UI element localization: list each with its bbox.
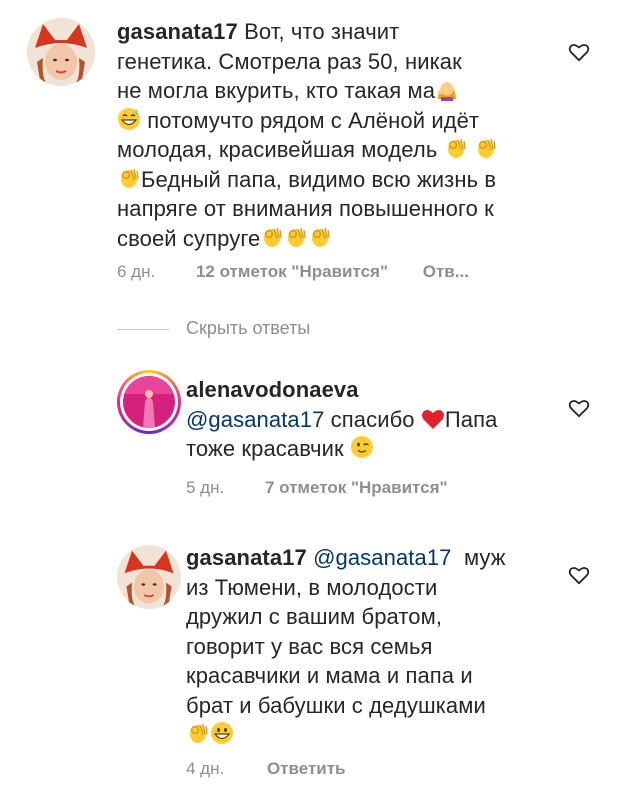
likes-count[interactable]: 7 отметок "Нравится" <box>265 478 448 497</box>
comment-meta: 4 дн. Ответить <box>186 759 346 779</box>
username[interactable]: alenavodonaeva <box>186 377 359 402</box>
heart-icon[interactable] <box>568 42 590 62</box>
avatar[interactable] <box>117 545 181 609</box>
comment-text: gasanata17 @gasanata17 муж из Тюмени, в … <box>186 543 566 750</box>
username[interactable]: gasanata17 <box>117 19 238 44</box>
avatar[interactable] <box>117 370 181 434</box>
mention-link[interactable]: @gasanata17 <box>186 407 324 432</box>
reply-button[interactable]: Отв... <box>423 262 469 281</box>
woman-facepalming-emoji <box>435 77 459 101</box>
heart-icon[interactable] <box>568 398 590 418</box>
ok-hand-emoji <box>474 136 498 160</box>
red-heart-emoji <box>421 408 445 430</box>
ok-hand-emoji <box>444 136 468 160</box>
mention-link[interactable]: @gasanata17 <box>313 545 451 570</box>
comment-text: gasanata17 Вот, что значит генетика. Смо… <box>117 19 498 251</box>
reply-button[interactable]: Ответить <box>267 759 346 778</box>
ok-hand-emoji <box>186 721 210 745</box>
timestamp: 5 дн. <box>186 478 225 497</box>
grinning-face-emoji <box>210 721 234 745</box>
ok-hand-emoji <box>308 225 332 249</box>
winking-face-emoji <box>350 435 374 459</box>
divider <box>117 329 169 330</box>
likes-count[interactable]: 12 отметок "Нравится" <box>196 262 388 281</box>
heart-icon[interactable] <box>568 565 590 585</box>
ok-hand-emoji <box>117 166 141 190</box>
timestamp: 4 дн. <box>186 759 225 778</box>
grinning-sweat-emoji <box>117 107 141 131</box>
comment-meta: 5 дн. 7 отметок "Нравится" <box>186 478 448 498</box>
hide-replies-button[interactable]: Скрыть ответы <box>186 318 310 339</box>
avatar[interactable] <box>27 18 95 86</box>
ok-hand-emoji <box>284 225 308 249</box>
timestamp: 6 дн. <box>117 262 156 281</box>
comment-text: alenavodonaeva @gasanata17 спасибо Папа … <box>186 377 498 461</box>
comment-meta: 6 дн. 12 отметок "Нравится" Отв... <box>117 262 469 282</box>
username[interactable]: gasanata17 <box>186 545 307 570</box>
ok-hand-emoji <box>260 225 284 249</box>
